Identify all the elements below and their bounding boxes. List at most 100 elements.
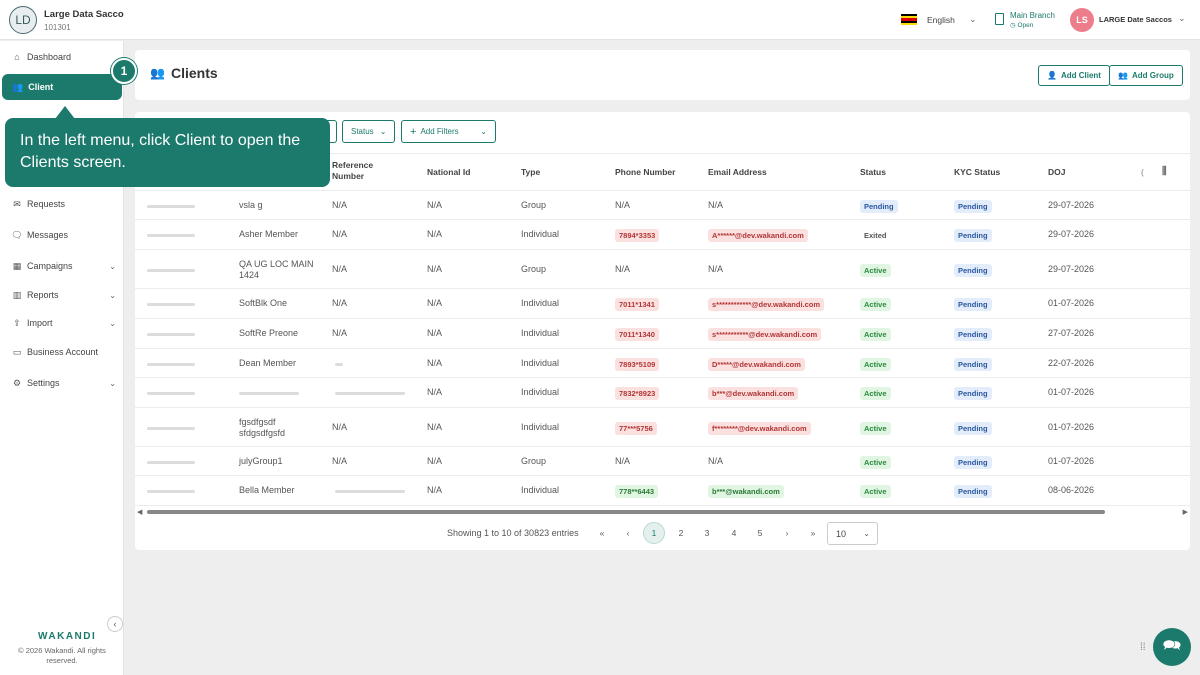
column-kyc-status[interactable]: KYC Status: [954, 167, 1000, 178]
status-badge: Active: [860, 455, 891, 469]
column-reference-number[interactable]: Reference Number: [332, 160, 373, 182]
column-doj[interactable]: DOJ: [1048, 167, 1065, 178]
status-badge: Active: [860, 357, 891, 371]
first-page-button[interactable]: «: [591, 522, 613, 544]
scroll-right-icon[interactable]: ▶: [1183, 508, 1188, 516]
table-row[interactable]: fgsdfgsdf sfdgsdfgsfd N/A N/A Individual 77*…: [135, 408, 1190, 447]
entries-summary: Showing 1 to 10 of 30823 entries: [447, 528, 579, 538]
phone-number: 77***5756: [615, 421, 657, 435]
branch-status: ◷ Open: [1010, 22, 1034, 29]
sidebar-item-campaigns[interactable]: ▦ Campaigns ⌄: [12, 258, 116, 274]
redacted-id: [147, 392, 195, 395]
page-button-3[interactable]: 3: [696, 522, 718, 544]
page-button-2[interactable]: 2: [670, 522, 692, 544]
column-email-address[interactable]: Email Address: [708, 167, 767, 178]
kyc-status-badge: Pending: [954, 421, 992, 435]
language-selector[interactable]: English: [927, 15, 955, 25]
sidebar-item-reports[interactable]: ▥ Reports ⌄: [12, 287, 116, 303]
client-type: Individual: [521, 229, 560, 239]
add-group-icon: 👥: [1118, 71, 1128, 80]
email-address: N/A: [708, 199, 724, 210]
scrollbar-thumb[interactable]: [147, 510, 1105, 514]
date-of-joining: 27-07-2026: [1048, 328, 1095, 338]
date-of-joining: 01-07-2026: [1048, 455, 1095, 466]
scroll-left-icon[interactable]: ◀: [137, 508, 142, 516]
kyc-status-badge: Pending: [954, 387, 992, 400]
page-button-5[interactable]: 5: [749, 522, 771, 544]
sidebar-item-messages[interactable]: 🗨 Messages: [11, 227, 116, 243]
sidebar-item-dashboard[interactable]: ⌂ Dashboard: [12, 49, 116, 65]
column-phone-number[interactable]: Phone Number: [615, 167, 675, 178]
status-badge: Active: [860, 263, 891, 277]
redacted-id: [147, 268, 195, 272]
chevron-down-icon: ⌄: [109, 261, 116, 271]
sidebar-item-requests[interactable]: ✉ Requests: [12, 196, 116, 212]
chat-icon: 🗪: [1162, 636, 1182, 654]
chevron-down-icon: ⌄: [863, 529, 870, 538]
table-row[interactable]: julyGroup1 N/A N/A Group N/A N/A Active Pending…: [135, 447, 1190, 476]
column-settings-icon[interactable]: ⫼: [1162, 166, 1167, 177]
kyc-status-badge: Pending: [954, 357, 992, 371]
user-avatar[interactable]: LS: [1070, 8, 1094, 32]
table-row[interactable]: QA UG LOC MAIN 1424 N/A N/A Group N/A N/A Acti…: [135, 250, 1190, 289]
page-button-4[interactable]: 4: [723, 522, 745, 544]
table-row[interactable]: Bella Member N/A Individual 778**6443 b***@w…: [135, 476, 1190, 506]
table-row[interactable]: Asher Member N/A N/A Individual 7894*3353 A**…: [135, 220, 1190, 250]
kyc-status-badge: Pending: [954, 328, 992, 341]
email-address: b***@dev.wakandi.com: [708, 387, 799, 400]
last-page-button[interactable]: »: [802, 522, 824, 544]
add-filters-button[interactable]: + Add Filters ⌄: [401, 120, 496, 143]
table-row[interactable]: SoftRe Preone N/A N/A Individual 7011*1340 s*…: [135, 319, 1190, 349]
client-type: Individual: [521, 298, 560, 308]
table-row[interactable]: N/A Individual 7832*8923 b***@dev.wakandi.c…: [135, 378, 1190, 408]
chevron-down-icon[interactable]: ⌄: [1178, 13, 1186, 24]
column-national-id[interactable]: National Id: [427, 167, 470, 178]
upload-icon: ⇪: [13, 317, 21, 328]
reference-number: N/A: [332, 421, 348, 432]
date-of-joining: 29-07-2026: [1048, 263, 1095, 274]
page-button-1[interactable]: 1: [643, 522, 665, 544]
branch-name[interactable]: Main Branch: [1010, 11, 1055, 20]
status-badge: Active: [860, 421, 891, 435]
sidebar-item-business-account[interactable]: ▭ Business Account: [12, 344, 116, 360]
national-id: N/A: [427, 387, 443, 397]
horizontal-scrollbar[interactable]: ◀ ▶: [137, 508, 1188, 516]
redacted-id: [147, 426, 195, 430]
email-address: f********@dev.wakandi.com: [708, 421, 811, 435]
prev-page-button[interactable]: ‹: [617, 522, 639, 544]
table-row[interactable]: Dean Member N/A Individual 7893*5109 D*****@…: [135, 349, 1190, 378]
reference-number: N/A: [332, 199, 348, 210]
user-name[interactable]: LARGE Date Saccos: [1099, 15, 1172, 24]
phone-number: 7011*1340: [615, 328, 659, 341]
pagination: Showing 1 to 10 of 30823 entries « ‹ 1 2…: [135, 522, 1190, 546]
client-name: Dean Member: [239, 357, 297, 368]
sidebar-item-import[interactable]: ⇪ Import ⌄: [12, 315, 116, 331]
email-address: s***********@dev.wakandi.com: [708, 328, 822, 341]
collapse-sidebar-button[interactable]: ‹: [107, 616, 123, 632]
org-name: Large Data Sacco: [44, 9, 124, 20]
column-status[interactable]: Status: [860, 167, 886, 178]
client-name: Bella Member: [239, 485, 295, 495]
redacted-id: [147, 362, 195, 366]
table-row[interactable]: SoftBlk One N/A N/A Individual 7011*1341 s***…: [135, 289, 1190, 319]
chat-support-button[interactable]: 🗪: [1153, 628, 1191, 666]
national-id: N/A: [427, 357, 443, 368]
add-client-button[interactable]: 👤 Add Client: [1038, 65, 1110, 86]
building-icon: [995, 13, 1004, 25]
sidebar-item-settings[interactable]: ⚙ Settings ⌄: [12, 375, 116, 391]
national-id: N/A: [427, 229, 443, 239]
grid-icon: ▦: [12, 260, 22, 271]
table-row[interactable]: vsla g N/A N/A Group N/A N/A Pending Pending 29-…: [135, 191, 1190, 220]
status-filter[interactable]: Status ⌄: [342, 120, 396, 143]
sidebar-item-client[interactable]: 👥 Client: [2, 74, 122, 100]
column-type[interactable]: Type: [521, 167, 540, 178]
add-group-button[interactable]: 👥 Add Group: [1109, 65, 1183, 86]
kyc-status-badge: Pending: [954, 455, 992, 469]
drag-handle-icon[interactable]: ⁞⁞: [1140, 642, 1146, 653]
chevron-down-icon[interactable]: ⌄: [969, 14, 977, 25]
org-avatar[interactable]: LD: [9, 6, 37, 34]
page-size-select[interactable]: 10 ⌄: [827, 522, 878, 545]
next-page-button[interactable]: ›: [776, 522, 798, 544]
chevron-down-icon: ⌄: [480, 127, 487, 136]
chevron-down-icon: ⌄: [109, 378, 116, 388]
